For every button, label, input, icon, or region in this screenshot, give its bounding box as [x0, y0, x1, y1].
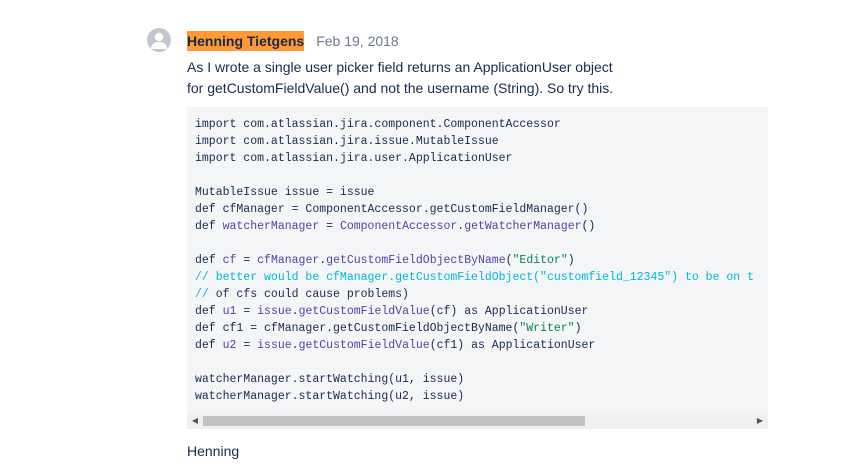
code-token: // better would be cfManager.getCustomFi…	[195, 271, 754, 284]
comment-signature: Henning	[187, 443, 240, 459]
code-token: (	[505, 254, 513, 267]
code-content: import com.atlassian.jira.component.Comp…	[195, 116, 754, 405]
code-token: .	[291, 339, 299, 352]
code-token: u2	[222, 339, 237, 352]
post-date[interactable]: Feb 19, 2018	[316, 33, 399, 49]
code-token: ()	[581, 220, 596, 233]
code-token: =	[319, 220, 340, 233]
code-token: MutableIssue issue = issue	[195, 186, 375, 199]
code-token: =	[236, 339, 258, 352]
code-line: def watcherManager = ComponentAccessor.g…	[195, 218, 754, 235]
code-token: "Writer"	[519, 322, 575, 335]
scroll-right-icon[interactable]: ▶	[752, 413, 768, 429]
code-line: def cf = cfManager.getCustomFieldObjectB…	[195, 252, 754, 269]
code-block: import com.atlassian.jira.component.Comp…	[187, 107, 768, 429]
code-token: import com.atlassian.jira.user.Applicati…	[195, 152, 513, 165]
code-token: )	[567, 254, 575, 267]
code-token: )	[574, 322, 582, 335]
code-line: watcherManager.startWatching(u2, issue)	[195, 388, 754, 405]
comment-container: Henning Tietgens Feb 19, 2018 As I wrote…	[0, 0, 850, 466]
code-token: def cf1 = cfManager.getCustomFieldObject…	[195, 322, 520, 335]
code-token: def	[195, 220, 223, 233]
code-token: watcherManager	[222, 220, 320, 233]
code-token: watcherManager.startWatching(u1, issue)	[195, 373, 465, 386]
comment-body-line: for getCustomFieldValue() and not the us…	[187, 80, 614, 96]
scroll-left-icon[interactable]: ◀	[187, 413, 203, 429]
code-token: watcherManager.startWatching(u2, issue)	[195, 390, 465, 403]
code-token: (cf) as ApplicationUser	[429, 305, 589, 318]
code-line: def cf1 = cfManager.getCustomFieldObject…	[195, 320, 754, 337]
code-token: def	[195, 254, 223, 267]
horizontal-scrollbar[interactable]: ◀ ▶	[187, 413, 768, 429]
comment-body-line: As I wrote a single user picker field re…	[187, 59, 613, 75]
code-token: =	[236, 305, 258, 318]
code-token: getCustomFieldValue	[298, 305, 430, 318]
code-token: getCustomFieldValue	[298, 339, 430, 352]
code-line: def cfManager = ComponentAccessor.getCus…	[195, 201, 754, 218]
code-line: watcherManager.startWatching(u1, issue)	[195, 371, 754, 388]
code-line: def u2 = issue.getCustomFieldValue(cf1) …	[195, 337, 754, 354]
code-token: //	[195, 288, 216, 301]
scrollbar-thumb[interactable]	[203, 416, 585, 426]
code-token: u1	[222, 305, 237, 318]
comment-header: Henning Tietgens Feb 19, 2018	[187, 31, 399, 51]
code-token: issue	[257, 305, 292, 318]
user-avatar-icon	[151, 32, 167, 49]
code-line: import com.atlassian.jira.component.Comp…	[195, 116, 754, 133]
code-token: import com.atlassian.jira.component.Comp…	[195, 118, 561, 131]
code-token: def	[195, 305, 223, 318]
code-token: cfManager	[257, 254, 320, 267]
code-token: def cfManager = ComponentAccessor.getCus…	[195, 203, 589, 216]
code-token: issue	[257, 339, 292, 352]
code-line: // better would be cfManager.getCustomFi…	[195, 269, 754, 286]
code-token: ComponentAccessor	[339, 220, 458, 233]
code-token: (cf1) as ApplicationUser	[429, 339, 596, 352]
code-token: def	[195, 339, 223, 352]
author-name[interactable]: Henning Tietgens	[187, 31, 305, 51]
code-token: =	[236, 254, 258, 267]
avatar[interactable]	[147, 28, 171, 52]
code-line: def u1 = issue.getCustomFieldValue(cf) a…	[195, 303, 754, 320]
code-line: import com.atlassian.jira.user.Applicati…	[195, 150, 754, 167]
code-line: import com.atlassian.jira.issue.MutableI…	[195, 133, 754, 150]
code-token: "Editor"	[512, 254, 568, 267]
code-token: getCustomFieldObjectByName	[326, 254, 506, 267]
code-line: MutableIssue issue = issue	[195, 184, 754, 201]
comment-body: As I wrote a single user picker field re…	[187, 57, 613, 99]
code-line: // of cfs could cause problems)	[195, 286, 754, 303]
code-token: .	[291, 305, 299, 318]
code-token: cf	[222, 254, 237, 267]
code-token: getWatcherManager	[464, 220, 582, 233]
code-token: import com.atlassian.jira.issue.MutableI…	[195, 135, 499, 148]
code-token: of cfs could cause problems)	[215, 288, 409, 301]
